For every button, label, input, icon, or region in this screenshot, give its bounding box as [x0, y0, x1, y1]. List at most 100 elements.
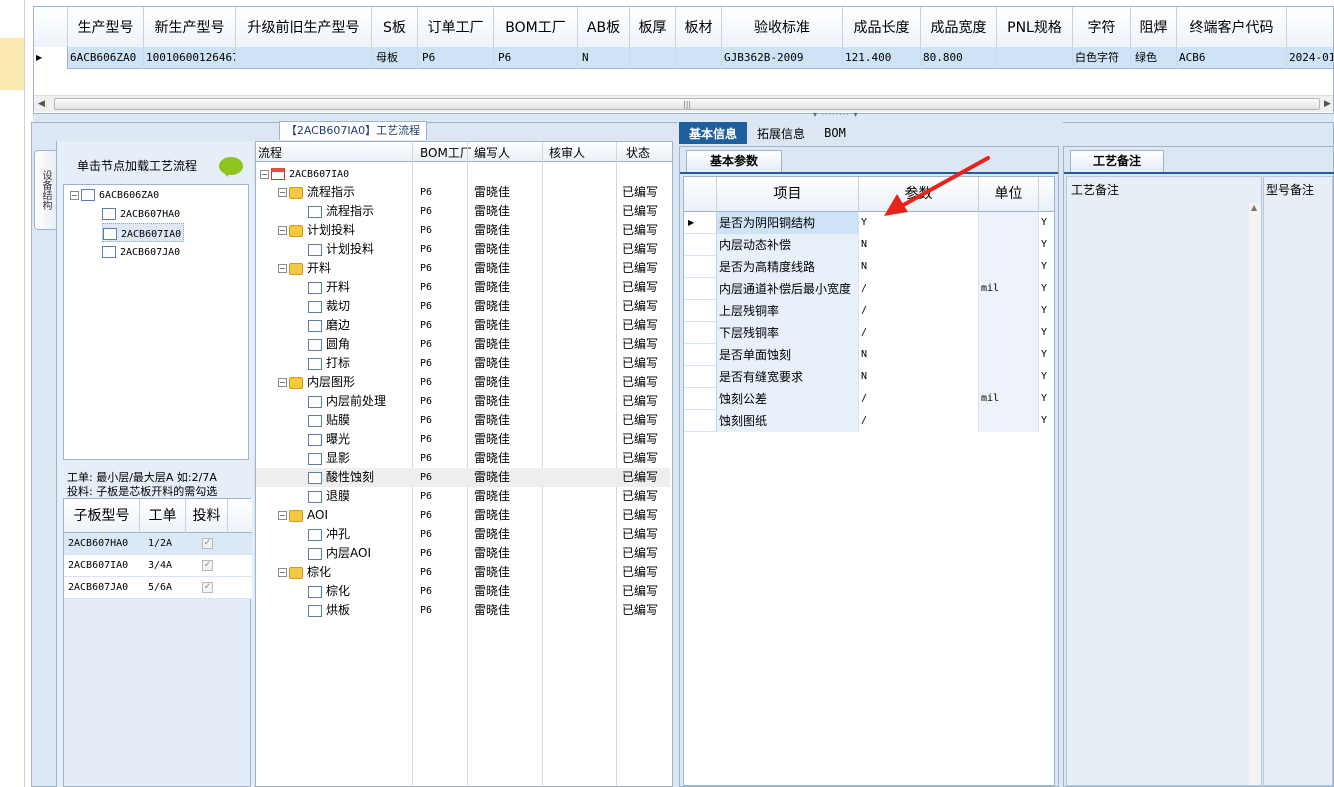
- col-status[interactable]: 状态: [626, 144, 650, 161]
- flow-row[interactable]: 冲孔 P6 雷晓佳 已编写: [256, 525, 670, 544]
- collapse-icon[interactable]: −: [278, 264, 287, 273]
- flow-row[interactable]: − 棕化 P6 雷晓佳 已编写: [256, 563, 670, 582]
- col-pnl-spec[interactable]: PNL规格: [997, 7, 1073, 47]
- param-row[interactable]: 是否有缝宽要求 N Y: [684, 366, 1054, 388]
- tree-node-child-selected[interactable]: 2ACB607IA0: [102, 223, 185, 242]
- col-character[interactable]: 字符: [1073, 7, 1131, 47]
- row-selector[interactable]: [684, 322, 717, 344]
- detail-splitter-left[interactable]: [673, 146, 679, 787]
- param-row[interactable]: 内层通道补偿后最小宽度 / mil Y: [684, 278, 1054, 300]
- tab-basic-info[interactable]: 基本信息: [679, 122, 747, 144]
- row-selector[interactable]: [684, 410, 717, 432]
- flow-row[interactable]: 内层AOI P6 雷晓佳 已编写: [256, 544, 670, 563]
- flow-row[interactable]: − 流程指示 P6 雷晓佳 已编写: [256, 183, 670, 202]
- top-grid-hscrollbar[interactable]: ◀ ||| ▶: [34, 95, 1333, 112]
- flow-row[interactable]: 圆角 P6 雷晓佳 已编写: [256, 335, 670, 354]
- tree-node-root[interactable]: − 6ACB606ZA0: [70, 185, 159, 204]
- col-old-production-model[interactable]: 升级前旧生产型号: [236, 7, 372, 47]
- flow-row[interactable]: − 内层图形 P6 雷晓佳 已编写: [256, 373, 670, 392]
- flow-row[interactable]: 内层前处理 P6 雷晓佳 已编写: [256, 392, 670, 411]
- row-selector[interactable]: [684, 256, 717, 278]
- col-solder-mask[interactable]: 阻焊: [1131, 7, 1177, 47]
- row-selector[interactable]: [684, 278, 717, 300]
- flow-row[interactable]: 磨边 P6 雷晓佳 已编写: [256, 316, 670, 335]
- col-new-production-model[interactable]: 新生产型号: [144, 7, 236, 47]
- flow-row[interactable]: 裁切 P6 雷晓佳 已编写: [256, 297, 670, 316]
- horizontal-splitter[interactable]: ▾ ········ ▾: [33, 110, 1334, 122]
- sub-grid-row[interactable]: 2ACB607JA0 5/6A ✓: [64, 577, 252, 599]
- row-selector[interactable]: [684, 366, 717, 388]
- collapse-icon[interactable]: −: [260, 169, 269, 179]
- sub-grid-row[interactable]: 2ACB607IA0 3/4A ✓: [64, 555, 252, 577]
- col-flow[interactable]: 流程: [258, 144, 282, 161]
- col-sub-model[interactable]: 子板型号: [64, 499, 140, 533]
- param-row[interactable]: 是否单面蚀刻 N Y: [684, 344, 1054, 366]
- row-selector[interactable]: [684, 344, 717, 366]
- col-bom-factory[interactable]: BOM工厂: [494, 7, 578, 47]
- col-end-customer-code[interactable]: 终端客户代码: [1177, 7, 1287, 47]
- col-feed[interactable]: 投料: [186, 499, 228, 533]
- flow-row[interactable]: 曝光 P6 雷晓佳 已编写: [256, 430, 670, 449]
- col-finished-length[interactable]: 成品长度: [843, 7, 921, 47]
- row-selector[interactable]: ▶: [34, 47, 68, 69]
- col-thickness[interactable]: 板厚: [630, 7, 676, 47]
- flow-row[interactable]: − AOI P6 雷晓佳 已编写: [256, 506, 670, 525]
- col-s-board[interactable]: S板: [372, 7, 418, 47]
- collapse-icon[interactable]: −: [278, 226, 287, 235]
- param-row[interactable]: 下层残铜率 / Y: [684, 322, 1054, 344]
- tab-extended-info[interactable]: 拓展信息: [749, 122, 813, 144]
- scroll-right-arrow[interactable]: ▶: [1324, 99, 1331, 109]
- param-row[interactable]: 蚀刻图纸 / Y: [684, 410, 1054, 432]
- col-author[interactable]: 编写人: [474, 144, 510, 161]
- col-item[interactable]: 项目: [717, 177, 859, 212]
- row-selector[interactable]: [684, 234, 717, 256]
- sub-grid-row[interactable]: 2ACB607HA0 1/2A ✓: [64, 533, 252, 555]
- col-finished-width[interactable]: 成品宽度: [921, 7, 997, 47]
- col-acceptance-standard[interactable]: 验收标准: [722, 7, 843, 47]
- flow-root-node[interactable]: − 2ACB607IA0: [260, 164, 349, 183]
- flow-row[interactable]: − 开料 P6 雷晓佳 已编写: [256, 259, 670, 278]
- feed-checkbox[interactable]: ✓: [202, 582, 213, 593]
- param-row[interactable]: 是否为高精度线路 N Y: [684, 256, 1054, 278]
- col-flow-bom[interactable]: BOM工厂: [420, 144, 472, 161]
- col-ab-board[interactable]: AB板: [578, 7, 630, 47]
- param-row[interactable]: 内层动态补偿 N Y: [684, 234, 1054, 256]
- flow-row[interactable]: 显影 P6 雷晓佳 已编写: [256, 449, 670, 468]
- collapse-icon[interactable]: −: [278, 511, 287, 520]
- collapse-icon[interactable]: −: [278, 378, 287, 387]
- col-material[interactable]: 板材: [676, 7, 722, 47]
- tab-process-remark[interactable]: 工艺备注: [1070, 150, 1164, 172]
- param-row[interactable]: 上层残铜率 / Y: [684, 300, 1054, 322]
- col-production-model[interactable]: 生产型号: [68, 7, 144, 47]
- side-tab-device-structure[interactable]: 设备结构: [34, 150, 56, 230]
- flow-row[interactable]: 计划投料 P6 雷晓佳 已编写: [256, 240, 670, 259]
- flow-row[interactable]: 退膜 P6 雷晓佳 已编写: [256, 487, 670, 506]
- scroll-left-arrow[interactable]: ◀: [38, 99, 45, 109]
- col-order[interactable]: 工单: [140, 499, 186, 533]
- row-selector[interactable]: [684, 388, 717, 410]
- top-grid-row[interactable]: ▶ 6ACB606ZA0 10010600126467 母板 P6 P6 N G…: [34, 47, 1333, 69]
- tree-node-child[interactable]: 2ACB607HA0: [102, 204, 180, 223]
- col-order-factory[interactable]: 订单工厂: [418, 7, 494, 47]
- tree-node-child[interactable]: 2ACB607JA0: [102, 242, 180, 261]
- row-selector[interactable]: ▶: [684, 212, 717, 234]
- param-row[interactable]: 蚀刻公差 / mil Y: [684, 388, 1054, 410]
- remark-scrollbar[interactable]: ▲: [1249, 203, 1261, 785]
- row-selector[interactable]: [684, 300, 717, 322]
- flow-row[interactable]: 开料 P6 雷晓佳 已编写: [256, 278, 670, 297]
- flow-row[interactable]: 贴膜 P6 雷晓佳 已编写: [256, 411, 670, 430]
- scroll-thumb[interactable]: |||: [54, 98, 1320, 110]
- collapse-icon[interactable]: −: [278, 568, 287, 577]
- col-reviewer[interactable]: 核审人: [549, 144, 585, 161]
- collapse-icon[interactable]: −: [70, 190, 79, 200]
- flow-row[interactable]: 酸性蚀刻 P6 雷晓佳 已编写: [256, 468, 670, 487]
- flow-row[interactable]: 烘板 P6 雷晓佳 已编写: [256, 601, 670, 620]
- flow-row[interactable]: 打标 P6 雷晓佳 已编写: [256, 354, 670, 373]
- tab-bom[interactable]: BOM: [817, 122, 853, 144]
- sub-tab-basic-params[interactable]: 基本参数: [686, 150, 782, 172]
- flow-row[interactable]: − 计划投料 P6 雷晓佳 已编写: [256, 221, 670, 240]
- collapse-icon[interactable]: −: [278, 188, 287, 197]
- feed-checkbox[interactable]: ✓: [202, 538, 213, 549]
- flow-row[interactable]: 流程指示 P6 雷晓佳 已编写: [256, 202, 670, 221]
- flow-row[interactable]: 棕化 P6 雷晓佳 已编写: [256, 582, 670, 601]
